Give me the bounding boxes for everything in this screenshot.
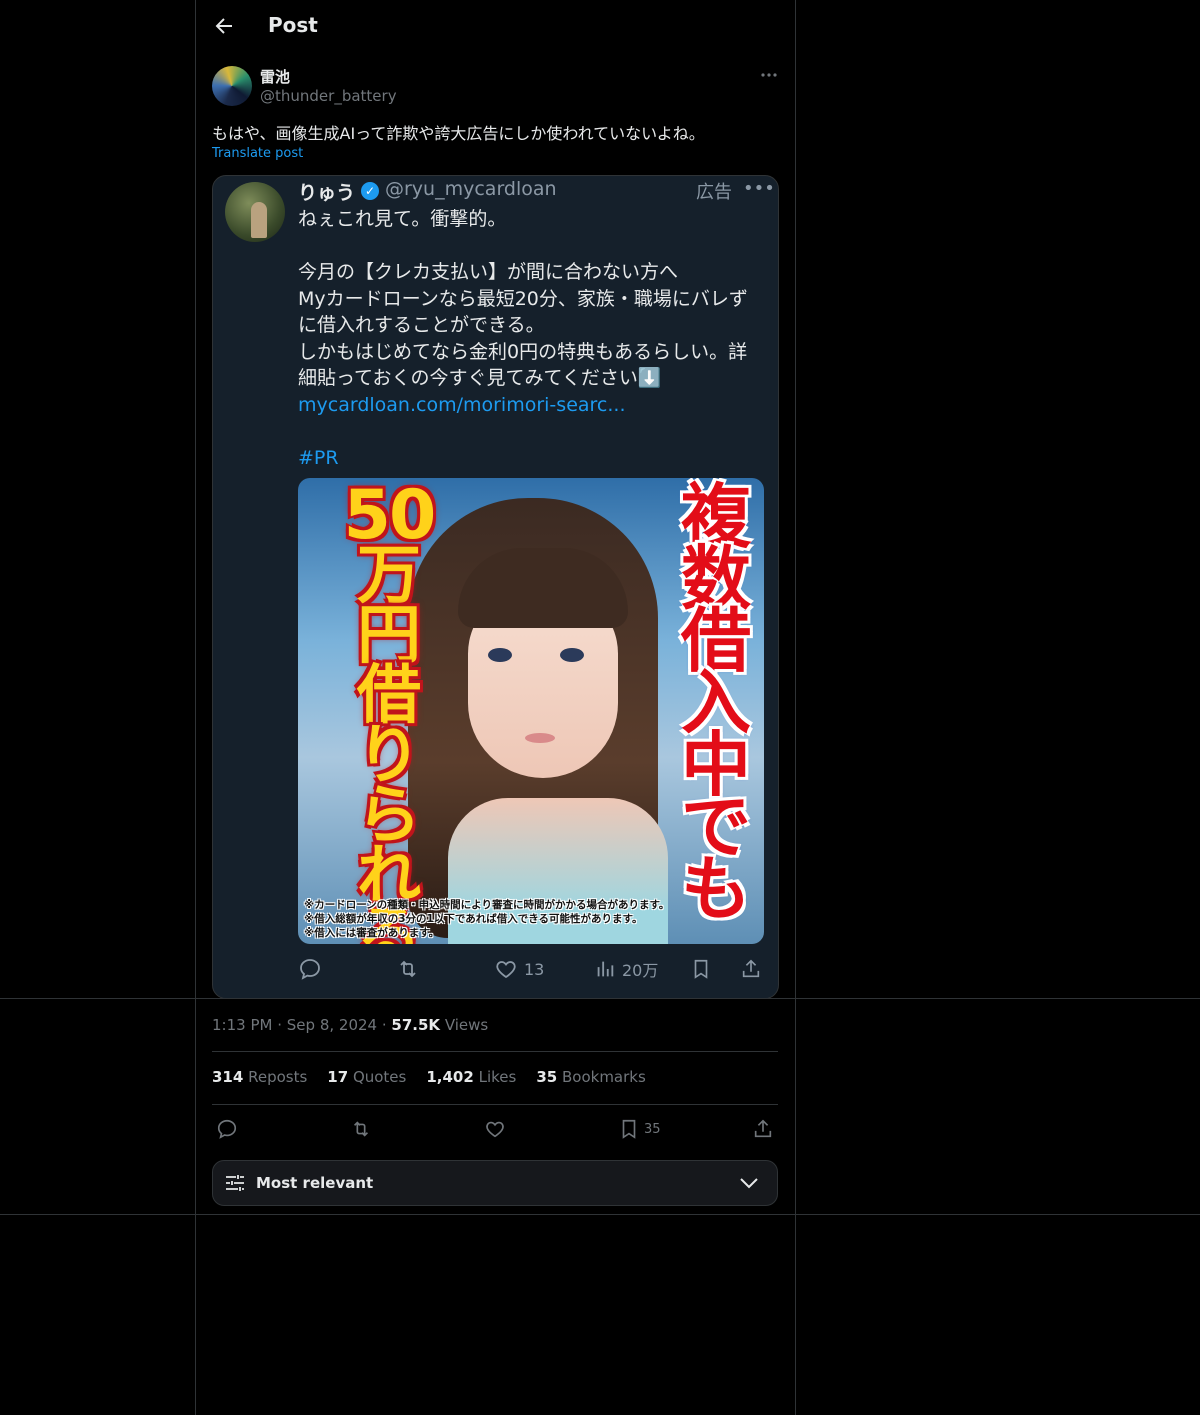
embedded-like-icon — [496, 961, 516, 979]
back-arrow-icon[interactable] — [212, 14, 236, 38]
embedded-line: に借入れすることができる。 — [298, 314, 545, 336]
likes-stat[interactable]: 1,402 Likes — [426, 1068, 516, 1086]
likes-count: 1,402 — [426, 1068, 474, 1086]
ad-disclaimer: ※カードローンの種類・申込時間により審査に時間がかかる場合があります。 ※借入総… — [304, 898, 669, 940]
bookmark-icon — [622, 1119, 636, 1139]
sliders-icon — [223, 1171, 247, 1199]
embedded-reply-icon — [298, 956, 322, 982]
ad-figure-eye — [560, 648, 584, 662]
more-icon[interactable] — [758, 64, 780, 86]
bookmarks-count: 35 — [536, 1068, 558, 1086]
post-image[interactable]: りゅう ✓ @ryu_mycardloan 広告 ••• ねぇこれ見て。衝撃的。… — [212, 175, 779, 999]
embedded-like-count: 13 — [524, 959, 545, 979]
embedded-link: mycardloan.com/morimori-searc... — [298, 393, 626, 416]
ad-disclaimer-line: ※借入総額が年収の3分の1以下であれば借入できる可能性があります。 — [304, 913, 643, 925]
views-label: Views — [444, 1016, 489, 1034]
verified-badge-icon: ✓ — [361, 182, 379, 200]
reposts-count: 314 — [212, 1068, 244, 1086]
sort-label: Most relevant — [256, 1174, 374, 1192]
reposts-label: Reposts — [248, 1068, 308, 1086]
bookmark-button[interactable]: 35 — [618, 1116, 661, 1142]
post-meta: 1:13 PM · Sep 8, 2024 · 57.5K Views — [212, 1016, 489, 1034]
reposts-stat[interactable]: 314 Reposts — [212, 1068, 307, 1086]
post-stats: 314 Reposts 17 Quotes 1,402 Likes 35 Boo… — [212, 1068, 646, 1086]
divider — [212, 1104, 778, 1105]
embedded-hashtag: #PR — [298, 446, 339, 469]
embedded-repost-icon — [396, 956, 420, 982]
ad-left-text: 50 万円借りられる — [304, 478, 474, 945]
like-icon[interactable] — [484, 1116, 506, 1142]
ad-image: 50 万円借りられる 複数借入中でも ※カードローンの種類・申込時間により審査に… — [298, 478, 764, 944]
reply-sort-dropdown[interactable]: Most relevant — [212, 1160, 778, 1206]
embedded-views-icon — [597, 961, 614, 977]
ad-figure-lips — [525, 733, 555, 743]
embedded-line: Myカードローンなら最短20分、家族・職場にバレず — [298, 287, 748, 310]
embedded-views: 20万 — [594, 956, 658, 982]
ad-left-caption: 万円借りられる — [357, 539, 421, 944]
repost-icon[interactable] — [350, 1116, 372, 1142]
embedded-text: ねぇこれ見て。衝撃的。 今月の【クレカ支払い】が間に合わない方へ Myカードロー… — [298, 206, 763, 471]
translate-link[interactable]: Translate post — [212, 146, 303, 161]
post-time[interactable]: 1:13 PM — [212, 1016, 272, 1034]
reply-icon[interactable] — [216, 1116, 238, 1142]
author-name[interactable]: 雷池 — [260, 66, 290, 87]
embedded-line: 細貼っておくの今すぐ見てみてください⬇️ — [298, 367, 662, 389]
avatar[interactable] — [212, 66, 252, 106]
divider — [212, 1051, 778, 1052]
views-count: 57.5K — [391, 1016, 441, 1034]
embedded-views-count: 20万 — [622, 961, 659, 980]
author-handle[interactable]: @thunder_battery — [260, 87, 397, 105]
post-date[interactable]: Sep 8, 2024 — [287, 1016, 377, 1034]
main-column: Post 雷池 @thunder_battery もはや、画像生成AIって詐欺や… — [195, 0, 796, 1415]
embedded-actions: 13 20万 — [298, 956, 764, 986]
page-header: Post — [196, 0, 795, 54]
embedded-line: 今月の【クレカ支払い】が間に合わない方へ — [298, 261, 679, 283]
likes-label: Likes — [478, 1068, 517, 1086]
embedded-bookmark-icon — [690, 956, 712, 982]
ad-right-text: 複数借入中でも — [681, 478, 751, 930]
bookmark-count: 35 — [644, 1121, 661, 1137]
quotes-stat[interactable]: 17 Quotes — [327, 1068, 406, 1086]
embedded-share-icon — [740, 956, 762, 982]
chevron-down-icon — [737, 1171, 761, 1199]
embedded-avatar — [225, 182, 285, 242]
ad-disclaimer-line: ※カードローンの種類・申込時間により審査に時間がかかる場合があります。 — [304, 899, 670, 911]
quotes-label: Quotes — [352, 1068, 407, 1086]
embedded-more-icon: ••• — [743, 178, 775, 199]
embedded-name: りゅう — [298, 182, 356, 204]
ad-figure-bangs — [458, 548, 628, 628]
post-text: もはや、画像生成AIって詐欺や誇大広告にしか使われていないよね。 — [212, 124, 705, 143]
bookmarks-label: Bookmarks — [561, 1068, 646, 1086]
ad-disclaimer-line: ※借入には審査があります。 — [304, 927, 440, 939]
embedded-ad-label: 広告 — [696, 182, 732, 203]
bookmarks-stat[interactable]: 35 Bookmarks — [536, 1068, 645, 1086]
embedded-line: ねぇこれ見て。衝撃的。 — [298, 208, 507, 230]
share-icon[interactable] — [752, 1116, 774, 1142]
embedded-like: 13 — [494, 956, 544, 982]
quotes-count: 17 — [327, 1068, 349, 1086]
embedded-line: しかもはじめてなら金利0円の特典もあるらしい。詳 — [298, 340, 748, 363]
ad-left-number: 50 — [343, 478, 437, 555]
ad-figure-eye — [488, 648, 512, 662]
post-actions: 35 — [212, 1116, 778, 1142]
page-title: Post — [268, 13, 318, 37]
embedded-handle: @ryu_mycardloan — [385, 178, 557, 200]
